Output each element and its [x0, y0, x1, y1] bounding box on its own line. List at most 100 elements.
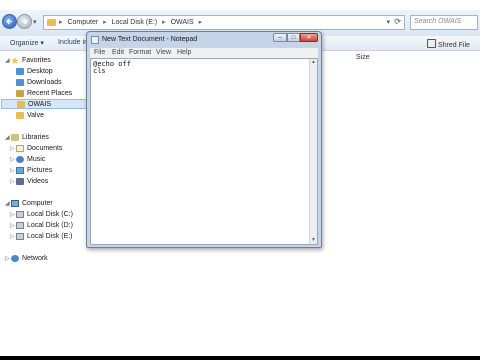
- drive-icon: [16, 222, 24, 229]
- breadcrumb: ▸ Computer ▸ Local Disk (E:) ▸ OWAIS ▸: [59, 18, 205, 26]
- nav-item-drive-e[interactable]: ▷ Local Disk (E:): [0, 232, 88, 242]
- notepad-text-area[interactable]: @echo off cls ▲ ▼: [90, 58, 318, 245]
- chevron-down-icon: ▾: [40, 40, 44, 47]
- breadcrumb-drive-e[interactable]: Local Disk (E:): [112, 19, 158, 26]
- notepad-content[interactable]: @echo off cls: [93, 61, 131, 75]
- window-top-strip: [0, 0, 480, 10]
- nav-item-label: Valve: [27, 112, 44, 119]
- nav-item-label: Desktop: [27, 68, 53, 75]
- expand-triangle-icon[interactable]: ▷: [10, 167, 15, 174]
- folder-icon: [17, 101, 25, 108]
- notepad-window[interactable]: New Text Document - Notepad – □ ✕ File E…: [86, 31, 322, 248]
- nav-libraries-label: Libraries: [22, 134, 49, 141]
- nav-item-recent-places[interactable]: Recent Places: [0, 89, 88, 99]
- nav-item-downloads[interactable]: Downloads: [0, 78, 88, 88]
- minimize-button[interactable]: –: [273, 33, 287, 42]
- notepad-title: New Text Document - Notepad: [102, 36, 198, 43]
- nav-item-label: Local Disk (D:): [27, 222, 73, 229]
- nav-item-label: Pictures: [27, 167, 53, 174]
- close-button[interactable]: ✕: [300, 33, 318, 42]
- nav-libraries[interactable]: ◢ Libraries: [0, 133, 88, 143]
- nav-item-desktop[interactable]: Desktop: [0, 67, 88, 77]
- organize-button[interactable]: Organize ▾: [10, 39, 44, 47]
- nav-computer-label: Computer: [22, 200, 53, 207]
- include-in-library-button[interactable]: Include in: [58, 39, 88, 46]
- star-icon: [11, 57, 19, 64]
- menu-view[interactable]: View: [156, 49, 171, 56]
- breadcrumb-computer[interactable]: Computer: [67, 19, 98, 26]
- nav-item-label: Music: [27, 156, 46, 163]
- address-field[interactable]: ▸ Computer ▸ Local Disk (E:) ▸ OWAIS ▸ ▾…: [43, 15, 405, 30]
- recent-places-icon: [16, 90, 24, 97]
- recent-pages-dropdown-icon[interactable]: ▾: [33, 18, 37, 26]
- libraries-icon: [11, 134, 19, 141]
- expand-triangle-icon[interactable]: ▷: [10, 178, 15, 185]
- menu-format[interactable]: Format: [129, 49, 151, 56]
- menu-edit[interactable]: Edit: [112, 49, 124, 56]
- nav-item-pictures[interactable]: ▷ Pictures: [0, 166, 88, 176]
- organize-label: Organize: [10, 40, 39, 47]
- refresh-icon[interactable]: ⟳: [394, 17, 401, 26]
- notepad-icon: [91, 36, 99, 44]
- nav-item-documents[interactable]: ▷ Documents: [0, 144, 88, 154]
- back-arrow-icon: [6, 18, 12, 25]
- expand-triangle-icon[interactable]: ▷: [10, 156, 15, 163]
- collapse-triangle-icon[interactable]: ◢: [5, 57, 10, 64]
- forward-arrow-icon: [22, 18, 28, 25]
- nav-favorites-label: Favorites: [22, 57, 51, 64]
- nav-computer[interactable]: ◢ Computer: [0, 199, 88, 209]
- breadcrumb-owais[interactable]: OWAIS: [171, 19, 194, 26]
- breadcrumb-separator-icon: ▸: [162, 19, 166, 26]
- expand-triangle-icon[interactable]: ▷: [10, 233, 15, 240]
- nav-item-label: Downloads: [27, 79, 62, 86]
- drive-icon: [16, 233, 24, 240]
- shred-file-label: Shred File: [438, 42, 470, 49]
- breadcrumb-separator-icon: ▸: [103, 19, 107, 26]
- nav-network-label: Network: [22, 255, 48, 262]
- nav-favorites[interactable]: ◢ Favorites: [0, 56, 88, 66]
- nav-item-drive-d[interactable]: ▷ Local Disk (D:): [0, 221, 88, 231]
- breadcrumb-separator-icon: ▸: [198, 19, 203, 26]
- address-dropdown-icon[interactable]: ▾: [386, 18, 390, 26]
- desktop-icon: [16, 68, 24, 75]
- collapse-triangle-icon[interactable]: ◢: [5, 134, 10, 141]
- network-icon: [11, 255, 19, 262]
- nav-item-label: Documents: [27, 145, 63, 152]
- forward-button[interactable]: [17, 14, 32, 29]
- nav-network[interactable]: ▷ Network: [0, 254, 88, 264]
- expand-triangle-icon[interactable]: ▷: [10, 211, 15, 218]
- shred-icon: [427, 39, 436, 48]
- search-input[interactable]: Search OWAIS: [410, 15, 478, 30]
- breadcrumb-separator-icon: ▸: [59, 19, 63, 26]
- nav-item-music[interactable]: ▷ Music: [0, 155, 88, 165]
- collapse-triangle-icon[interactable]: ◢: [5, 200, 10, 207]
- nav-item-owais[interactable]: OWAIS: [1, 99, 87, 109]
- nav-item-label: Videos: [27, 178, 49, 185]
- column-header-size[interactable]: Size: [356, 54, 370, 61]
- expand-triangle-icon[interactable]: ▷: [10, 222, 15, 229]
- expand-triangle-icon[interactable]: ▷: [10, 145, 15, 152]
- videos-icon: [16, 178, 24, 185]
- notepad-menu-bar: File Edit Format View Help: [90, 48, 318, 58]
- nav-item-valve[interactable]: Valve: [0, 111, 88, 121]
- back-button[interactable]: [2, 14, 17, 29]
- maximize-button[interactable]: □: [287, 33, 300, 42]
- downloads-icon: [16, 79, 24, 86]
- nav-item-label: Local Disk (C:): [27, 211, 73, 218]
- nav-item-label: OWAIS: [28, 101, 52, 108]
- menu-help[interactable]: Help: [177, 49, 191, 56]
- nav-item-label: Recent Places: [27, 90, 73, 97]
- scroll-up-icon[interactable]: ▲: [310, 59, 317, 66]
- vertical-scrollbar[interactable]: ▲ ▼: [309, 59, 317, 244]
- drive-icon: [16, 211, 24, 218]
- scroll-down-icon[interactable]: ▼: [310, 237, 317, 244]
- computer-icon: [11, 200, 19, 207]
- nav-item-videos[interactable]: ▷ Videos: [0, 177, 88, 187]
- nav-item-label: Local Disk (E:): [27, 233, 73, 240]
- expand-triangle-icon[interactable]: ▷: [5, 255, 10, 262]
- nav-item-drive-c[interactable]: ▷ Local Disk (C:): [0, 210, 88, 220]
- shred-file-button[interactable]: Shred File: [427, 39, 470, 49]
- documents-icon: [16, 145, 24, 152]
- menu-file[interactable]: File: [94, 49, 105, 56]
- folder-icon: [16, 112, 24, 119]
